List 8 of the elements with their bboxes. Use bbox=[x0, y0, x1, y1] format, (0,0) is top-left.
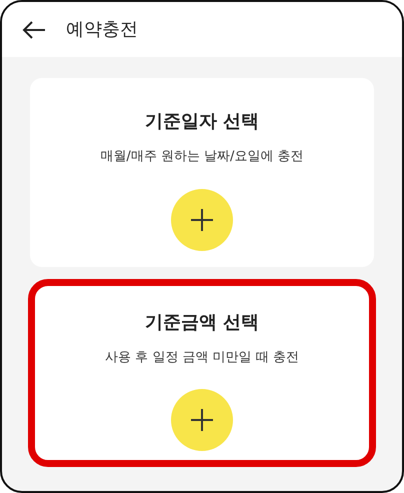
option-description: 사용 후 일정 금액 미만일 때 충전 bbox=[105, 348, 299, 366]
back-arrow-icon[interactable] bbox=[22, 20, 46, 38]
page-title: 예약충전 bbox=[66, 18, 138, 42]
option-title: 기준금액 선택 bbox=[144, 310, 260, 334]
plus-icon bbox=[191, 409, 213, 431]
option-title: 기준일자 선택 bbox=[144, 110, 260, 134]
plus-icon bbox=[191, 208, 213, 230]
option-description: 매월/매주 원하는 날짜/요일에 충전 bbox=[100, 148, 304, 166]
